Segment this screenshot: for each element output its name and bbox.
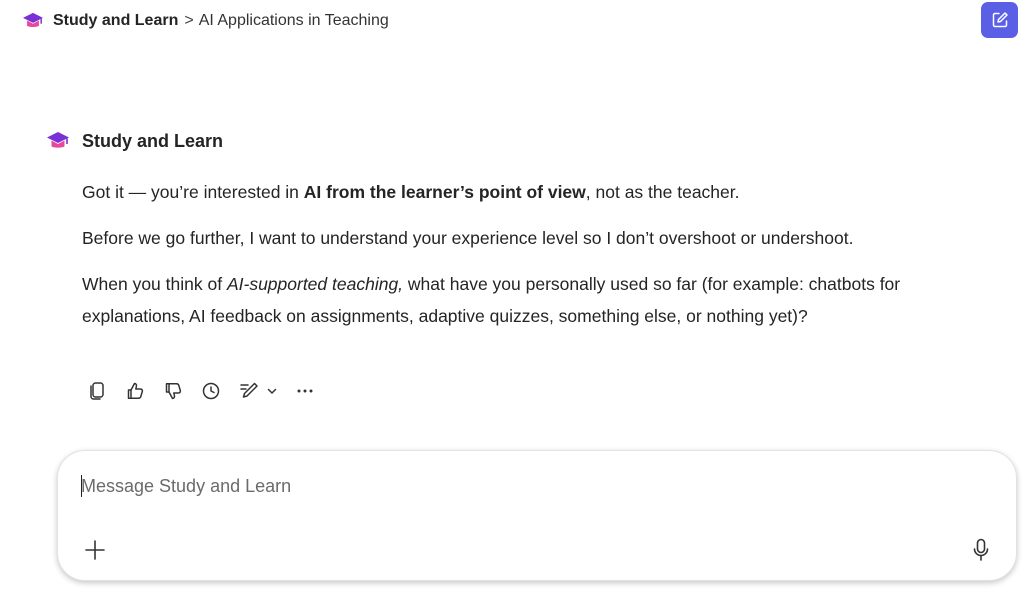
message-bold-text: AI from the learner’s point of view bbox=[303, 182, 586, 202]
breadcrumb-root-link[interactable]: Study and Learn bbox=[53, 12, 178, 30]
breadcrumb-current: AI Applications in Teaching bbox=[198, 12, 389, 29]
message-paragraph: Before we go further, I want to understa… bbox=[82, 228, 854, 248]
microphone-icon bbox=[973, 538, 989, 561]
message-paragraph: Got it — you’re interested in AI from th… bbox=[82, 176, 982, 208]
assistant-message: Got it — you’re interested in AI from th… bbox=[82, 176, 982, 332]
thumbs-up-button[interactable] bbox=[122, 378, 148, 404]
edit-button[interactable] bbox=[236, 378, 262, 404]
copy-button[interactable] bbox=[84, 378, 110, 404]
thumbs-down-button[interactable] bbox=[160, 378, 186, 404]
message-text: Got it — you’re interested in bbox=[82, 182, 304, 202]
compose-icon bbox=[992, 12, 1008, 28]
microphone-button[interactable] bbox=[968, 536, 994, 564]
message-paragraph: When you think of AI-supported teaching,… bbox=[82, 268, 982, 332]
agent-name: Study and Learn bbox=[82, 130, 224, 151]
thumbs-down-icon bbox=[165, 382, 182, 400]
history-button[interactable] bbox=[198, 378, 224, 404]
history-icon bbox=[202, 382, 220, 400]
breadcrumb: Study and Learn > AI Applications in Tea… bbox=[22, 11, 389, 31]
edit-options-dropdown[interactable] bbox=[264, 378, 280, 404]
new-chat-button[interactable] bbox=[981, 2, 1018, 38]
top-bar: Study and Learn > AI Applications in Tea… bbox=[0, 0, 1024, 42]
message-input[interactable] bbox=[81, 471, 941, 501]
graduation-cap-icon bbox=[47, 132, 69, 148]
agent-header: Study and Learn bbox=[46, 130, 223, 152]
message-text: , not as the teacher. bbox=[585, 182, 740, 202]
copy-icon bbox=[90, 382, 104, 400]
message-italic-text: AI-supported teaching, bbox=[226, 274, 404, 294]
add-attachment-button[interactable] bbox=[82, 537, 108, 563]
breadcrumb-separator: > bbox=[184, 12, 194, 29]
plus-icon bbox=[85, 540, 105, 560]
edit-icon bbox=[240, 382, 258, 398]
message-text: When you think of bbox=[82, 274, 227, 294]
more-options-button[interactable] bbox=[292, 378, 318, 404]
thumbs-up-icon bbox=[127, 382, 144, 400]
chevron-down-icon bbox=[267, 388, 277, 394]
message-actions bbox=[84, 378, 330, 404]
graduation-cap-icon bbox=[23, 12, 43, 28]
message-composer bbox=[57, 450, 1017, 581]
more-icon bbox=[297, 389, 313, 393]
